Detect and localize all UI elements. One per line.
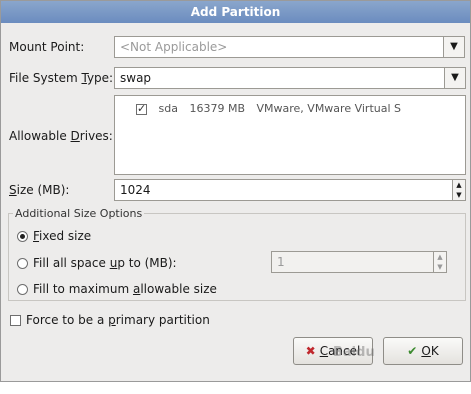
fixed-size-label: ixed size — [39, 229, 92, 243]
fs-type-combo[interactable]: swap ▼ — [114, 67, 466, 89]
mount-point-combo[interactable]: <Not Applicable> ▼ — [114, 36, 465, 58]
primary-partition-option[interactable]: Force to be a primary partition — [10, 313, 210, 327]
drives-label-post: rives: — [79, 129, 113, 143]
fs-type-label-pre: File System — [9, 71, 82, 85]
primary-mnemonic: p — [108, 313, 116, 327]
fixed-size-radio[interactable] — [17, 231, 28, 242]
size-label-mnemonic: S — [9, 183, 17, 197]
primary-partition-checkbox[interactable] — [10, 315, 21, 326]
size-label: Size (MB): — [9, 183, 69, 197]
ok-mnemonic: O — [421, 344, 431, 358]
mount-point-value: <Not Applicable> — [120, 40, 228, 54]
fill-up-to-label-pre: Fill all space — [33, 256, 110, 270]
ok-check-icon: ✔ — [407, 344, 418, 358]
primary-label-pre: Force to be a — [26, 313, 109, 327]
fixed-size-option[interactable]: Fixed size — [17, 229, 91, 243]
fs-type-value: swap — [120, 71, 152, 85]
spin-arrows-icon[interactable]: ▲ ▼ — [452, 180, 465, 200]
size-label-post: ize (MB): — [16, 183, 70, 197]
fill-up-to-value: 1 — [277, 255, 285, 269]
mount-point-label-text: Mount Point — [9, 40, 81, 54]
drive-model: VMware, VMware Virtual S — [256, 102, 402, 115]
fs-type-label: File System Type: — [9, 71, 113, 85]
cancel-mnemonic: C — [319, 344, 329, 358]
cancel-x-icon: ✖ — [305, 344, 316, 358]
ok-label: K — [430, 344, 439, 358]
fs-type-label-post: ype: — [86, 71, 114, 85]
drives-label-pre: Allowable — [9, 129, 71, 143]
drives-label: Allowable Drives: — [9, 129, 113, 143]
watermark-text: Baidu — [333, 345, 375, 360]
mount-point-label: Mount Point: — [9, 40, 84, 54]
mount-point-label-colon: : — [80, 40, 85, 54]
drive-checkbox[interactable] — [136, 102, 147, 115]
drive-name: sda — [158, 102, 178, 115]
add-partition-dialog: Add Partition Mount Point: <Not Applicab… — [0, 0, 471, 382]
fill-up-to-label-post: p to (MB): — [117, 256, 177, 270]
ok-button[interactable]: ✔ OK — [383, 337, 463, 365]
chevron-down-icon[interactable]: ▼ — [443, 37, 464, 57]
size-value: 1024 — [120, 183, 151, 197]
fill-max-label-post: llowable size — [140, 282, 217, 296]
fill-up-to-option[interactable]: Fill all space up to (MB): — [17, 256, 177, 270]
spin-arrows-icon[interactable]: ▲ ▼ — [433, 252, 446, 272]
drive-size: 16379 MB — [189, 102, 245, 115]
drives-list[interactable]: sda 16379 MB VMware, VMware Virtual S — [114, 95, 466, 175]
chevron-down-icon[interactable]: ▼ — [444, 68, 465, 88]
primary-label-post: rimary partition — [115, 313, 210, 327]
dialog-title: Add Partition — [1, 1, 470, 23]
drive-row[interactable]: sda 16379 MB VMware, VMware Virtual S — [136, 102, 409, 115]
fill-max-option[interactable]: Fill to maximum allowable size — [17, 282, 217, 296]
size-options-title: Additional Size Options — [13, 207, 145, 220]
fill-max-label-pre: Fill to maximum — [33, 282, 133, 296]
drives-label-mnemonic: D — [70, 129, 80, 143]
size-spinbox[interactable]: 1024 ▲ ▼ — [114, 179, 466, 201]
fill-max-radio[interactable] — [17, 284, 28, 295]
fill-up-to-radio[interactable] — [17, 258, 28, 269]
fill-up-to-spinbox[interactable]: 1 ▲ ▼ — [271, 251, 447, 273]
